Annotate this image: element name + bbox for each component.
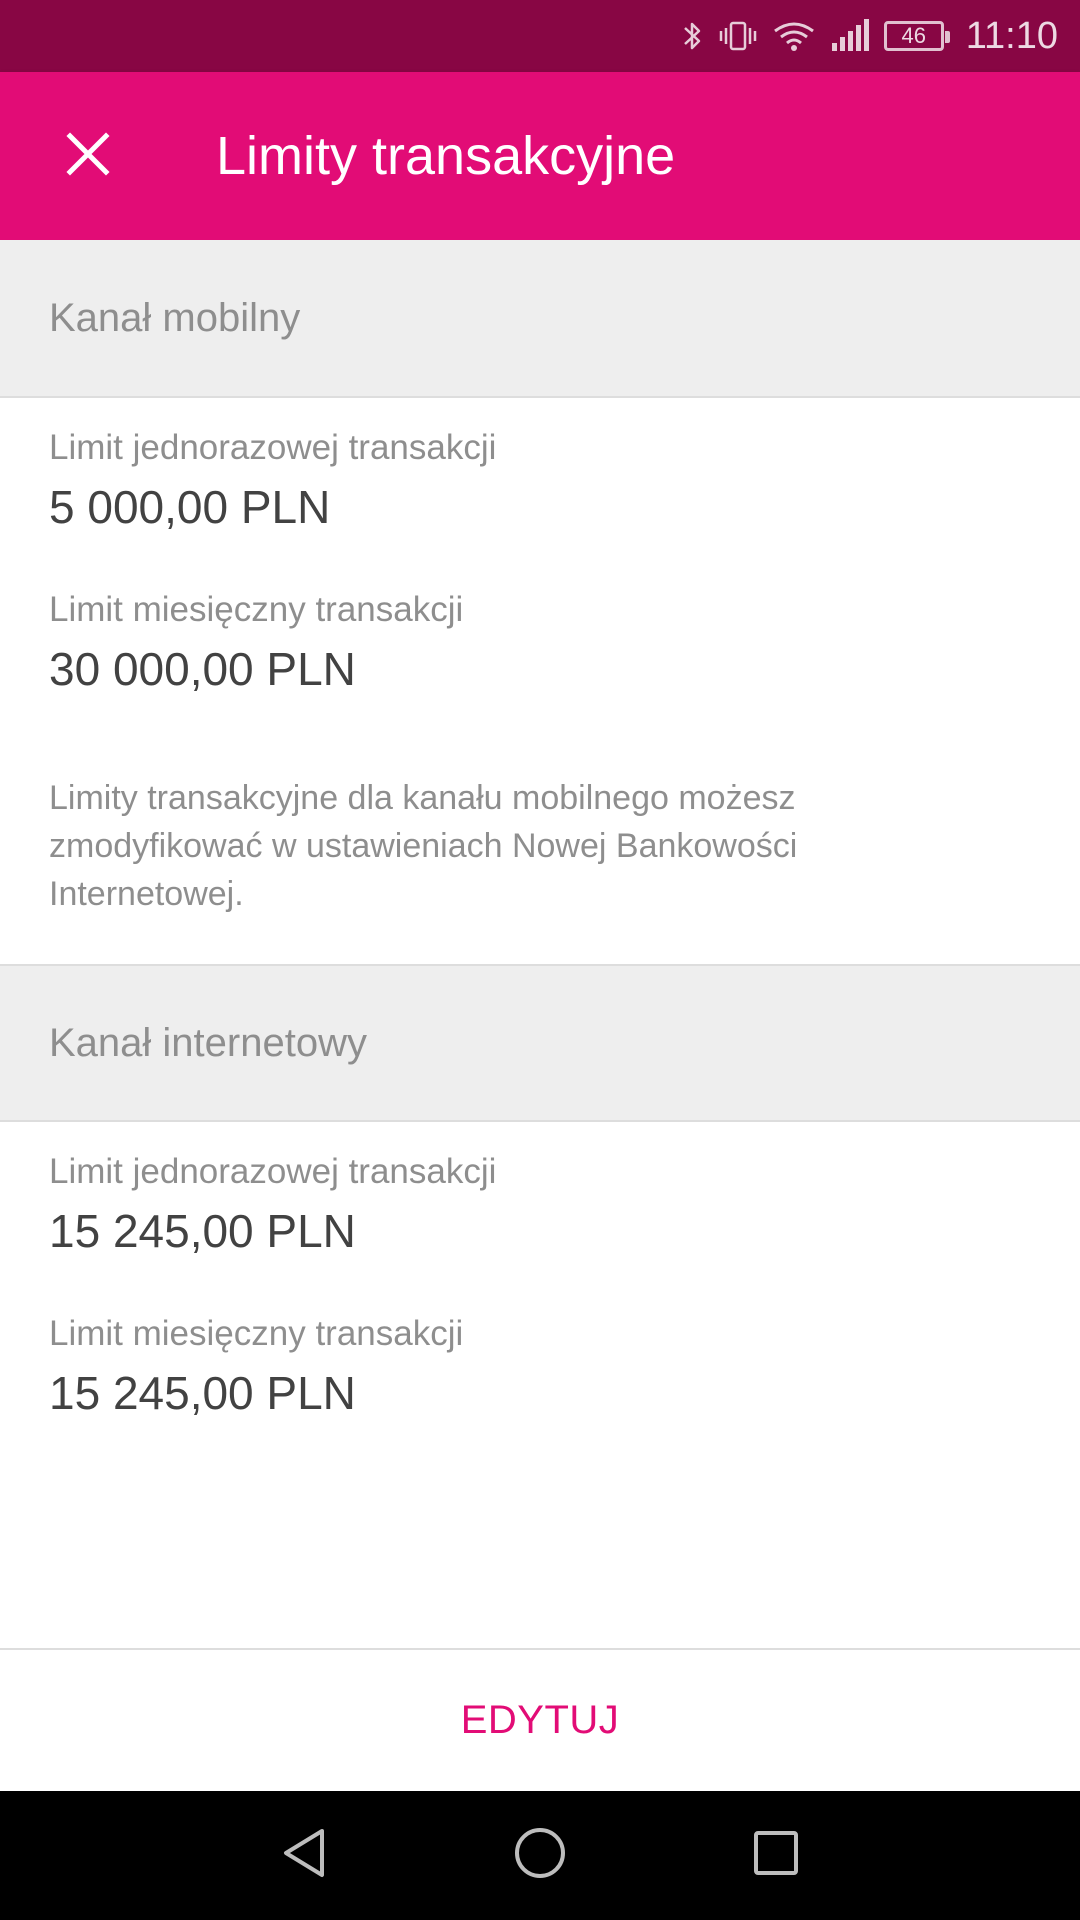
mobile-info-text: Limity transakcyjne dla kanału mobilnego…: [49, 779, 798, 913]
section-header-internet: Kanał internetowy: [0, 964, 1080, 1122]
battery-level: 46: [901, 23, 926, 48]
status-time: 11:10: [965, 14, 1058, 57]
system-nav-bar: [0, 1791, 1080, 1920]
recents-button[interactable]: [728, 1808, 824, 1904]
home-icon: [514, 1827, 566, 1884]
section-title-internet: Kanał internetowy: [49, 1020, 367, 1065]
mobile-monthly-limit-label: Limit miesięczny transakcji: [49, 590, 464, 629]
internet-single-limit-label: Limit jednorazowej transakcji: [49, 1152, 497, 1191]
home-button[interactable]: [492, 1808, 588, 1904]
internet-monthly-limit-label: Limit miesięczny transakcji: [49, 1314, 464, 1353]
mobile-single-limit-value: 5 000,00 PLN: [49, 481, 331, 533]
battery-icon: 46: [883, 21, 950, 51]
app-bar: Limity transakcyjne: [0, 72, 1080, 240]
close-button[interactable]: [40, 108, 136, 204]
status-bar: 46 11:10: [0, 0, 1080, 72]
edit-button[interactable]: EDYTUJ: [461, 1698, 620, 1743]
page-title: Limity transakcyjne: [216, 126, 676, 186]
internet-single-limit-value: 15 245,00 PLN: [49, 1205, 356, 1257]
back-icon: [280, 1827, 328, 1884]
bottom-action-bar: EDYTUJ: [0, 1648, 1080, 1791]
wifi-icon: [772, 19, 816, 53]
signal-icon: [830, 19, 870, 53]
close-icon: [66, 131, 110, 181]
mobile-single-limit-label: Limit jednorazowej transakcji: [49, 428, 497, 467]
back-button[interactable]: [256, 1808, 352, 1904]
status-icons: 46 11:10: [682, 0, 1058, 72]
recents-icon: [752, 1829, 800, 1882]
internet-monthly-limit-value: 15 245,00 PLN: [49, 1367, 356, 1419]
vibrate-icon: [718, 19, 758, 53]
mobile-monthly-limit-value: 30 000,00 PLN: [49, 643, 356, 695]
section-header-mobile: Kanał mobilny: [0, 240, 1080, 398]
section-title-mobile: Kanał mobilny: [49, 295, 301, 340]
bluetooth-icon: [682, 19, 704, 53]
